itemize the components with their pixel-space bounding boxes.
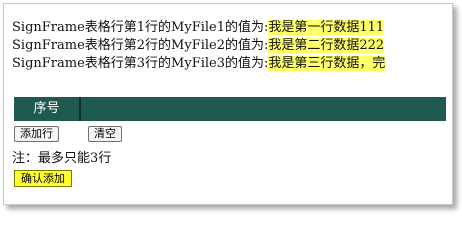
clear-button[interactable]: 清空 (88, 126, 122, 142)
add-row-button[interactable]: 添加行 (14, 126, 59, 142)
value-line-3: SignFrame表格行第3行的MyFile3的值为:我是第三行数据，完 (12, 55, 386, 73)
value-line-1: SignFrame表格行第1行的MyFile1的值为:我是第一行数据111 (12, 19, 385, 37)
value-line-2-value: 我是第二行数据222 (268, 38, 385, 53)
seq-column-header: 序号 (14, 97, 81, 121)
max-rows-note: 注：最多只能3行 (12, 151, 112, 166)
content-panel: SignFrame表格行第1行的MyFile1的值为:我是第一行数据111 Si… (3, 3, 453, 205)
value-line-2: SignFrame表格行第2行的MyFile2的值为:我是第二行数据222 (12, 37, 385, 55)
header-empty-cell (81, 97, 446, 121)
value-line-2-prefix: SignFrame表格行第2行的MyFile2的值为: (12, 38, 269, 53)
value-line-1-value: 我是第一行数据111 (268, 20, 385, 35)
sign-table-header: 序号 (14, 97, 446, 121)
confirm-add-button[interactable]: 确认添加 (14, 170, 72, 187)
value-line-1-prefix: SignFrame表格行第1行的MyFile1的值为: (12, 20, 269, 35)
value-line-3-prefix: SignFrame表格行第3行的MyFile3的值为: (12, 56, 269, 71)
value-line-3-value: 我是第三行数据，完 (268, 56, 386, 71)
